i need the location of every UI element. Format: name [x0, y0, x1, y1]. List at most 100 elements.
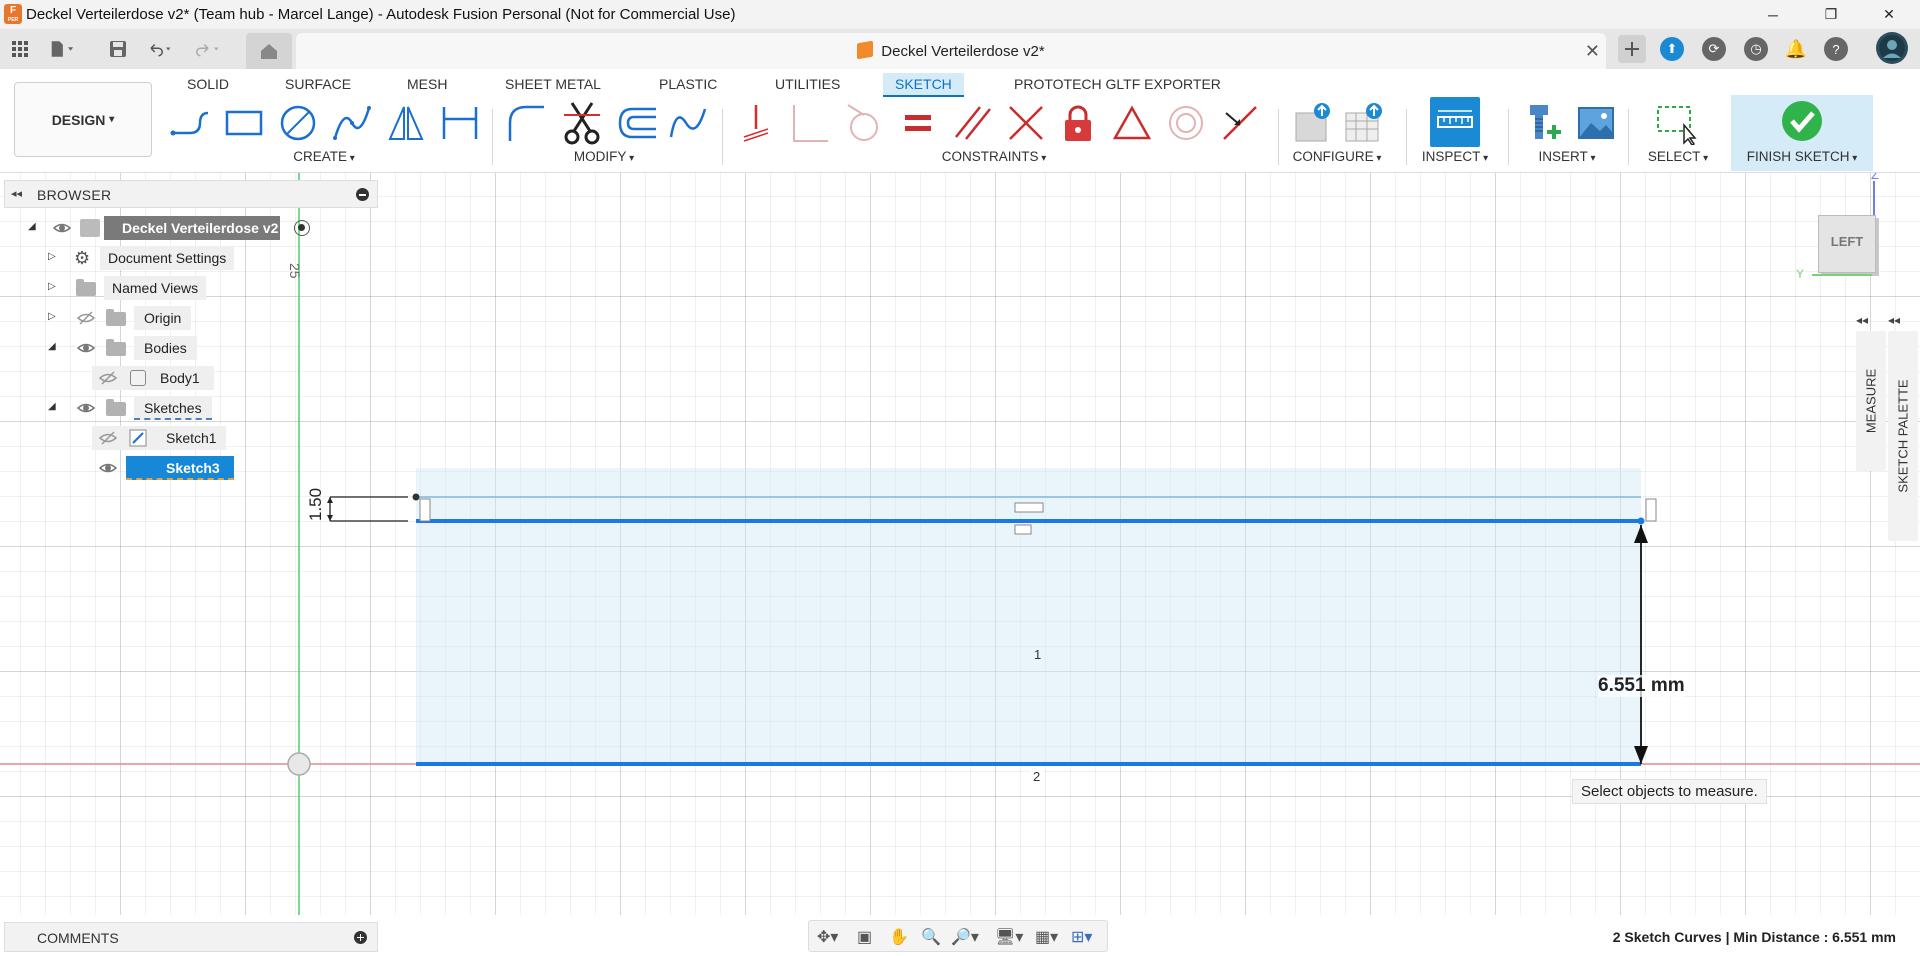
extensions-icon[interactable]: ⬆ — [1660, 37, 1684, 61]
tab-utilities[interactable]: UTILITIES — [763, 73, 852, 97]
collinear-constraint-icon[interactable] — [1218, 101, 1262, 145]
tab-mesh[interactable]: MESH — [395, 73, 459, 97]
sketch-dimension-label[interactable]: 1.50 — [306, 488, 326, 521]
tab-solid[interactable]: SOLID — [175, 73, 241, 97]
constraints-menu[interactable]: CONSTRAINTS — [942, 149, 1047, 164]
tree-item-document-settings[interactable]: ▷ ⚙ Document Settings — [0, 246, 260, 270]
perpendicular-constraint-icon[interactable] — [1004, 101, 1048, 145]
browser-options-icon[interactable] — [356, 188, 369, 201]
finish-sketch-menu[interactable]: FINISH SKETCH — [1747, 149, 1858, 164]
concentric-constraint-icon[interactable] — [1164, 101, 1208, 145]
measure-ruler-icon[interactable] — [1430, 97, 1480, 147]
line-tool-icon[interactable] — [168, 101, 212, 145]
inspect-menu[interactable]: INSPECT — [1422, 149, 1488, 164]
collapse-sketch-palette-icon[interactable]: ◂◂ — [1888, 313, 1900, 327]
tab-sheet-metal[interactable]: SHEET METAL — [493, 73, 613, 97]
tab-prototech-gltf-exporter[interactable]: PROTOTECH GLTF EXPORTER — [1002, 73, 1233, 97]
comments-panel[interactable]: COMMENTS — [4, 922, 378, 952]
hidden-eye-icon[interactable] — [76, 308, 96, 328]
pan-hand-icon[interactable]: ✋ — [889, 927, 909, 947]
offset-tool-icon[interactable] — [614, 101, 658, 145]
coincident-constraint-icon[interactable] — [788, 101, 832, 145]
user-avatar[interactable] — [1876, 32, 1908, 64]
finish-sketch-check-icon[interactable] — [1780, 99, 1824, 143]
tree-item-body1[interactable]: Body1 — [0, 366, 260, 390]
spline-tool-icon[interactable] — [330, 101, 374, 145]
window-select-icon[interactable] — [1654, 101, 1698, 145]
trim-scissors-icon[interactable] — [560, 101, 604, 145]
collapse-arrow-icon[interactable]: ◢ — [48, 341, 56, 352]
insert-menu[interactable]: INSERT — [1538, 149, 1595, 164]
tree-item-sketches[interactable]: ◢ Sketches — [0, 396, 260, 420]
viewcube[interactable]: LEFT — [1818, 215, 1876, 273]
insert-mcmaster-bolt-icon[interactable] — [1522, 101, 1566, 145]
close-tab-icon[interactable]: ✕ — [1585, 41, 1600, 62]
zoom-icon[interactable]: 🔍 — [921, 927, 941, 947]
orbit-icon[interactable]: ✥▾ — [817, 927, 838, 947]
minimize-button[interactable]: ─ — [1750, 0, 1796, 29]
collapse-arrow-icon[interactable]: ◢ — [48, 401, 56, 412]
tab-plastic[interactable]: PLASTIC — [647, 73, 729, 97]
configure-table-icon[interactable] — [1342, 101, 1386, 145]
collapse-measure-icon[interactable]: ◂◂ — [1856, 313, 1868, 327]
equal-constraint-icon[interactable] — [896, 101, 940, 145]
configure-menu[interactable]: CONFIGURE — [1293, 149, 1382, 164]
collapse-arrow-icon[interactable]: ◢ — [28, 221, 36, 232]
activate-radio-icon[interactable] — [294, 220, 310, 236]
horizontal-vertical-constraint-icon[interactable] — [734, 101, 778, 145]
visibility-eye-icon[interactable] — [98, 458, 118, 478]
tree-item-bodies[interactable]: ◢ Bodies — [0, 336, 260, 360]
file-menu-icon[interactable] — [50, 37, 74, 61]
fix-lock-constraint-icon[interactable] — [1056, 101, 1100, 145]
help-icon[interactable]: ? — [1824, 37, 1848, 61]
tree-item-sketch3[interactable]: Sketch3 — [0, 456, 260, 480]
clock-icon[interactable]: ◷ — [1744, 37, 1768, 61]
tree-root[interactable]: ◢ Deckel Verteilerdose v2 — [0, 216, 320, 240]
collapse-browser-icon[interactable]: ◂◂ — [11, 187, 22, 200]
tangent-constraint-icon[interactable] — [842, 101, 886, 145]
job-status-icon[interactable]: ⟳ — [1702, 37, 1726, 61]
insert-canvas-image-icon[interactable] — [1574, 101, 1618, 145]
sketch-palette-tab[interactable]: SKETCH PALETTE — [1888, 331, 1918, 541]
measure-panel-tab[interactable]: MEASURE — [1856, 331, 1886, 471]
mirror-tool-icon[interactable] — [384, 101, 428, 145]
tree-item-sketch1[interactable]: Sketch1 — [0, 426, 260, 450]
tree-item-named-views[interactable]: ▷ Named Views — [0, 276, 260, 300]
tree-item-origin[interactable]: ▷ Origin — [0, 306, 260, 330]
tab-surface[interactable]: SURFACE — [273, 73, 363, 97]
parallel-constraint-icon[interactable] — [950, 101, 994, 145]
grid-settings-icon[interactable]: ▦▾ — [1035, 927, 1058, 947]
midpoint-triangle-constraint-icon[interactable] — [1110, 101, 1154, 145]
zoom-window-icon[interactable]: 🔎▾ — [951, 927, 979, 947]
document-tab[interactable]: Deckel Verteilerdose v2* ✕ — [296, 33, 1606, 69]
apps-grid-icon[interactable] — [8, 37, 32, 61]
hidden-eye-icon[interactable] — [98, 368, 118, 388]
expand-arrow-icon[interactable]: ▷ — [48, 251, 56, 262]
tab-sketch[interactable]: SKETCH — [883, 73, 964, 97]
hidden-eye-icon[interactable] — [98, 428, 118, 448]
visibility-eye-icon[interactable] — [76, 398, 96, 418]
restore-button[interactable]: ❐ — [1808, 0, 1854, 29]
add-comment-icon[interactable] — [354, 931, 367, 944]
select-menu[interactable]: SELECT — [1648, 149, 1708, 164]
save-icon[interactable] — [106, 37, 130, 61]
rectangle-tool-icon[interactable] — [222, 101, 266, 145]
expand-arrow-icon[interactable]: ▷ — [48, 281, 56, 292]
home-icon[interactable] — [246, 33, 292, 69]
display-settings-icon[interactable]: 🖥▾ — [995, 927, 1023, 947]
sketch-curve-tool-icon[interactable] — [666, 101, 710, 145]
viewports-icon[interactable]: ⊞▾ — [1071, 927, 1092, 947]
visibility-eye-icon[interactable] — [76, 338, 96, 358]
visibility-eye-icon[interactable] — [52, 218, 72, 238]
look-at-icon[interactable]: ▣ — [857, 927, 872, 947]
notifications-bell-icon[interactable]: 🔔 — [1784, 37, 1808, 61]
circle-tool-icon[interactable] — [276, 101, 320, 145]
new-tab-plus-icon[interactable] — [1618, 35, 1646, 63]
fillet-tool-icon[interactable] — [504, 101, 548, 145]
expand-arrow-icon[interactable]: ▷ — [48, 311, 56, 322]
configure-parameters-icon[interactable] — [1292, 101, 1336, 145]
create-menu[interactable]: CREATE — [293, 149, 355, 164]
close-window-button[interactable]: ✕ — [1866, 0, 1912, 29]
dimension-tool-icon[interactable] — [438, 101, 482, 145]
workspace-switcher-button[interactable]: DESIGN ▾ — [14, 82, 152, 157]
